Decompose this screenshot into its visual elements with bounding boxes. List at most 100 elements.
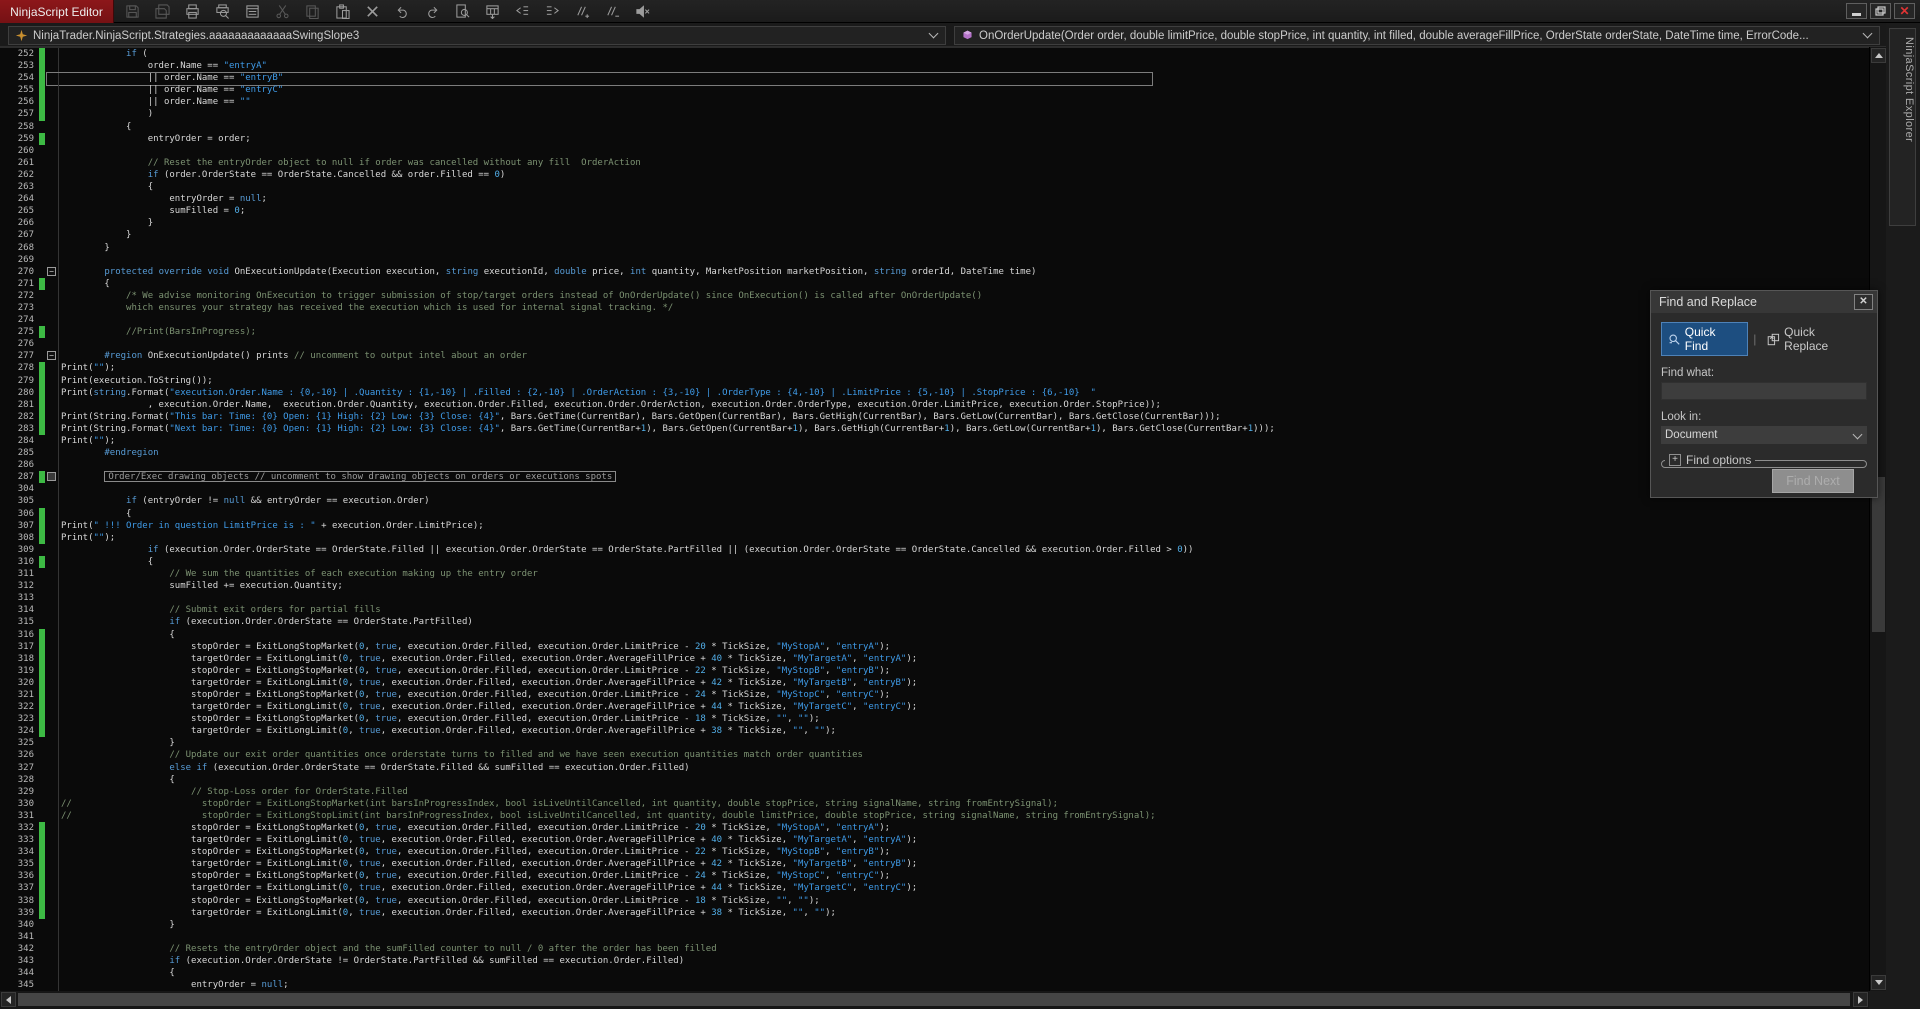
comment-icon[interactable] [574, 3, 591, 20]
code-line-286[interactable]: 286 [0, 459, 1869, 472]
code-line-314[interactable]: 314 // Submit exit orders for partial fi… [0, 604, 1869, 617]
redo-icon[interactable] [424, 3, 441, 20]
code-line-315[interactable]: 315 if (execution.Order.OrderState == Or… [0, 616, 1869, 629]
tab-quick-find[interactable]: Quick Find [1661, 322, 1749, 356]
fold-marker[interactable]: − [46, 350, 58, 362]
code-line-342[interactable]: 342 // Resets the entryOrder object and … [0, 942, 1869, 956]
code-line-279[interactable]: 279 Print(execution.ToString()); [0, 374, 1869, 387]
code-line-273[interactable]: 273 which ensures your strategy has rece… [0, 301, 1869, 315]
fold-marker[interactable] [46, 471, 58, 483]
code-line-258[interactable]: 258 { [0, 120, 1869, 133]
app-tab[interactable]: NinjaScript Editor [0, 0, 114, 23]
close-button[interactable]: ✕ [1894, 3, 1915, 19]
code-editor[interactable]: 252 if (253 order.Name == "entryA" 254 ||… [0, 47, 1869, 991]
scroll-down-button[interactable] [1871, 975, 1886, 990]
ninjascript-explorer-tab[interactable]: NinjaScript Explorer [1889, 28, 1916, 226]
code-line-285[interactable]: 285 #endregion [0, 447, 1869, 460]
code-line-344[interactable]: 344 { [0, 967, 1869, 980]
copy-icon[interactable] [304, 3, 321, 20]
code-line-253[interactable]: 253 order.Name == "entryA" [0, 60, 1869, 73]
find-what-input[interactable] [1661, 382, 1867, 400]
horizontal-scrollbar-thumb[interactable] [18, 993, 1850, 1006]
code-line-333[interactable]: 333 targetOrder = ExitLongLimit(0, true,… [0, 834, 1869, 847]
method-combo[interactable]: OnOrderUpdate(Order order, double limitP… [954, 26, 1880, 45]
code-line-327[interactable]: 327 else if (execution.Order.OrderState … [0, 761, 1869, 774]
code-line-261[interactable]: 261 // Reset the entryOrder object to nu… [0, 156, 1869, 169]
undo-icon[interactable] [394, 3, 411, 20]
find-dialog-close-button[interactable]: ✕ [1854, 294, 1873, 310]
code-line-284[interactable]: 284 Print(""); [0, 435, 1869, 448]
code-line-338[interactable]: 338 stopOrder = ExitLongStopMarket(0, tr… [0, 894, 1869, 907]
vertical-scrollbar-thumb[interactable] [1872, 477, 1885, 632]
code-line-269[interactable]: 269 [0, 253, 1869, 266]
code-line-283[interactable]: 283 Print(String.Format("Next bar: Time: … [0, 422, 1869, 436]
find-options-expand-button[interactable]: + [1669, 454, 1681, 466]
code-line-259[interactable]: 259 entryOrder = order; [0, 132, 1869, 145]
code-line-340[interactable]: 340 } [0, 918, 1869, 931]
compile-icon[interactable] [484, 3, 501, 20]
print-preview-icon[interactable] [214, 3, 231, 20]
code-line-252[interactable]: 252 if ( [0, 48, 1869, 61]
code-line-282[interactable]: 282 Print(String.Format("This bar: Time: … [0, 410, 1869, 424]
code-line-335[interactable]: 335 targetOrder = ExitLongLimit(0, true,… [0, 858, 1869, 871]
code-line-324[interactable]: 324 targetOrder = ExitLongLimit(0, true,… [0, 725, 1869, 738]
code-line-318[interactable]: 318 targetOrder = ExitLongLimit(0, true,… [0, 652, 1869, 665]
code-line-309[interactable]: 309 if (execution.Order.OrderState == Or… [0, 543, 1869, 556]
find-icon[interactable] [454, 3, 471, 20]
indent-icon[interactable] [544, 3, 561, 20]
scroll-left-button[interactable] [1, 992, 16, 1007]
restore-button[interactable] [1870, 3, 1891, 19]
code-line-256[interactable]: 256 || order.Name == "" [0, 96, 1869, 109]
paste-icon[interactable] [334, 3, 351, 20]
tab-quick-replace[interactable]: Quick Replace [1761, 323, 1867, 355]
delete-icon[interactable] [364, 3, 381, 20]
save-icon[interactable] [124, 3, 141, 20]
code-line-263[interactable]: 263 { [0, 181, 1869, 194]
code-line-308[interactable]: 308 Print(""); [0, 531, 1869, 544]
minimize-button[interactable] [1846, 3, 1867, 19]
code-line-332[interactable]: 332 stopOrder = ExitLongStopMarket(0, tr… [0, 822, 1869, 835]
code-line-343[interactable]: 343 if (execution.Order.OrderState != Or… [0, 955, 1869, 968]
save-all-icon[interactable] [154, 3, 171, 20]
code-line-255[interactable]: 255 || order.Name == "entryC" [0, 84, 1869, 97]
find-next-button[interactable]: Find Next [1772, 469, 1854, 493]
code-line-330[interactable]: 330 // stopOrder = ExitLongStopMarket(int… [0, 797, 1869, 810]
code-line-276[interactable]: 276 [0, 338, 1869, 351]
code-line-312[interactable]: 312 sumFilled += execution.Quantity; [0, 580, 1869, 593]
code-line-345[interactable]: 345 entryOrder = null; [0, 979, 1869, 991]
code-line-316[interactable]: 316 { [0, 628, 1869, 641]
code-line-313[interactable]: 313 [0, 592, 1869, 605]
code-line-321[interactable]: 321 stopOrder = ExitLongStopMarket(0, tr… [0, 688, 1869, 702]
code-line-320[interactable]: 320 targetOrder = ExitLongLimit(0, true,… [0, 676, 1869, 690]
class-combo[interactable]: NinjaTrader.NinjaScript.Strategies.aaaaa… [8, 26, 946, 45]
code-line-322[interactable]: 322 targetOrder = ExitLongLimit(0, true,… [0, 701, 1869, 714]
code-line-306[interactable]: 306 { [0, 507, 1869, 520]
scroll-right-button[interactable] [1853, 992, 1868, 1007]
find-dialog-titlebar[interactable]: Find and Replace [1651, 291, 1877, 313]
code-line-275[interactable]: 275 //Print(BarsInProgress); [0, 326, 1869, 339]
code-line-254[interactable]: 254 || order.Name == "entryB" [0, 72, 1869, 87]
code-line-274[interactable]: 274 [0, 314, 1869, 327]
collapsed-region-box[interactable]: Order/Exec drawing objects // uncomment … [104, 471, 617, 483]
code-line-310[interactable]: 310 { [0, 555, 1869, 569]
code-line-328[interactable]: 328 { [0, 773, 1869, 786]
code-line-325[interactable]: 325 } [0, 737, 1869, 750]
code-line-336[interactable]: 336 stopOrder = ExitLongStopMarket(0, tr… [0, 870, 1869, 883]
code-line-267[interactable]: 267 } [0, 229, 1869, 242]
fold-marker[interactable]: − [46, 266, 58, 278]
uncomment-icon[interactable] [604, 3, 621, 20]
vertical-scrollbar[interactable] [1869, 47, 1886, 991]
code-line-331[interactable]: 331 // stopOrder = ExitLongStopLimit(int … [0, 809, 1869, 822]
code-line-339[interactable]: 339 targetOrder = ExitLongLimit(0, true,… [0, 906, 1869, 919]
code-line-287[interactable]: 287 Order/Exec drawing objects // uncomme… [0, 471, 1869, 484]
code-line-334[interactable]: 334 stopOrder = ExitLongStopMarket(0, tr… [0, 846, 1869, 859]
mute-icon[interactable] [634, 3, 651, 20]
code-line-260[interactable]: 260 [0, 144, 1869, 157]
code-line-268[interactable]: 268 } [0, 241, 1869, 254]
code-line-264[interactable]: 264 entryOrder = null; [0, 193, 1869, 206]
code-line-329[interactable]: 329 // Stop-Loss order for OrderState.Fi… [0, 785, 1869, 798]
horizontal-scrollbar[interactable] [0, 991, 1869, 1009]
outdent-icon[interactable] [514, 3, 531, 20]
code-line-281[interactable]: 281 , execution.Order.Name, execution.Or… [0, 398, 1869, 411]
code-line-265[interactable]: 265 sumFilled = 0; [0, 205, 1869, 218]
